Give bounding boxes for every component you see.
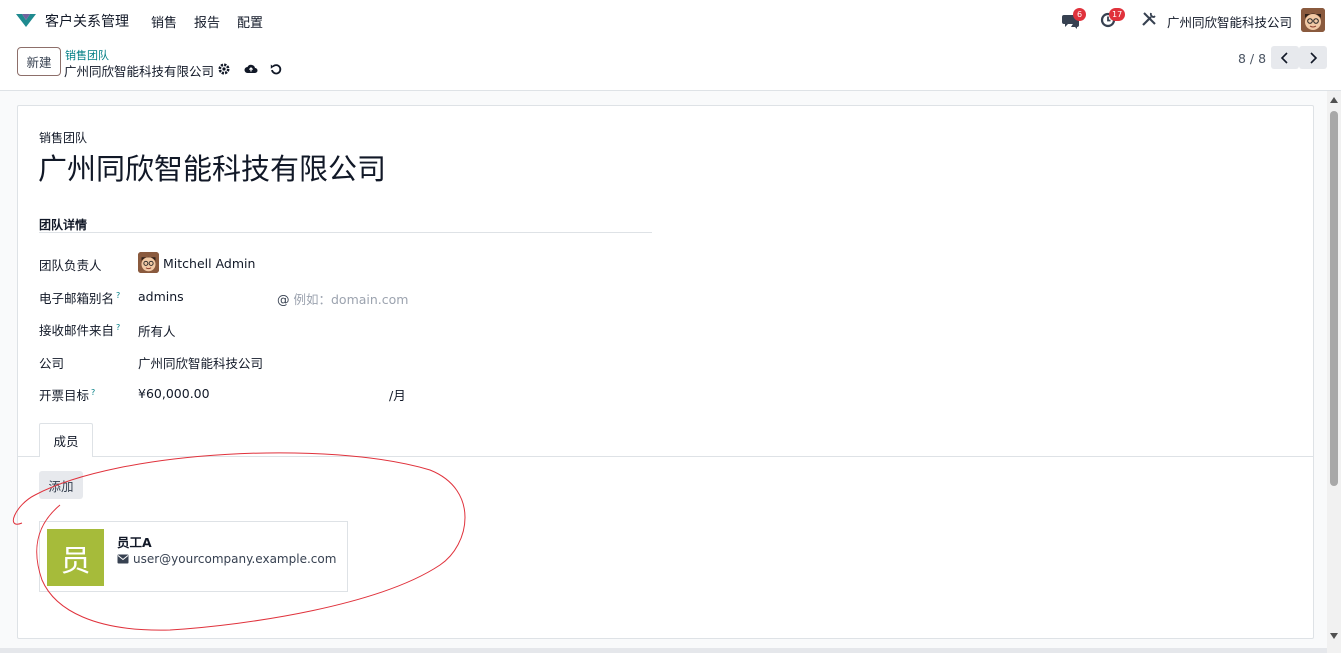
scrollbar-thumb[interactable] <box>1330 111 1338 486</box>
member-avatar: 员 <box>47 529 104 586</box>
company-field[interactable]: 广州同欣智能科技公司 <box>138 353 263 372</box>
team-leader-field[interactable]: Mitchell Admin <box>163 256 255 271</box>
app-name[interactable]: 客户关系管理 <box>45 11 129 31</box>
invoicing-target-help-icon[interactable]: ? <box>91 388 95 397</box>
scroll-up-arrow-icon[interactable] <box>1330 97 1338 103</box>
email-alias-help-icon[interactable]: ? <box>116 291 120 300</box>
team-details-separator <box>39 232 652 233</box>
invoicing-target-unit: /月 <box>389 388 406 403</box>
team-details-heading: 团队详情 <box>39 218 88 232</box>
breadcrumb-current-record: 广州同欣智能科技有限公司 <box>64 64 215 79</box>
scroll-down-arrow-icon[interactable] <box>1330 633 1338 639</box>
envelope-icon <box>117 554 129 564</box>
add-member-button[interactable]: 添加 <box>39 471 83 499</box>
tab-members[interactable]: 成员 <box>39 423 93 457</box>
pager-value[interactable]: 8 / 8 <box>1238 51 1266 66</box>
company-label: 公司 <box>39 356 65 371</box>
crm-app-icon[interactable] <box>15 12 37 28</box>
accept-emails-help-icon[interactable]: ? <box>116 323 120 332</box>
team-name-field[interactable]: 广州同欣智能科技有限公司 <box>38 146 386 188</box>
member-email-text: user@yourcompany.example.com <box>133 552 337 566</box>
activity-count-badge: 17 <box>1109 8 1126 21</box>
invoicing-target-label: 开票目标? <box>39 385 95 404</box>
team-leader-label: 团队负责人 <box>39 258 102 273</box>
debug-tools-icon[interactable] <box>1141 11 1157 27</box>
discard-undo-icon[interactable] <box>269 62 283 76</box>
email-alias-label-text: 电子邮箱别名 <box>39 291 115 306</box>
chat-count-badge: 6 <box>1073 8 1086 21</box>
top-navbar: 客户关系管理 销售 报告 配置 6 17 广州同欣智能科技公司 <box>0 0 1341 40</box>
user-avatar[interactable] <box>1301 8 1325 32</box>
email-alias-field[interactable]: admins <box>138 289 184 304</box>
alias-at-sign: @ <box>277 292 290 307</box>
new-record-button[interactable]: 新建 <box>17 47 61 76</box>
member-email: user@yourcompany.example.com <box>117 552 336 566</box>
pager-next-button[interactable] <box>1299 46 1327 69</box>
invoicing-target-label-text: 开票目标 <box>39 388 90 403</box>
menu-sales[interactable]: 销售 <box>151 12 177 31</box>
invoicing-target-field[interactable]: ¥60,000.00 <box>138 386 210 401</box>
member-name: 员工A <box>117 535 152 550</box>
pager-previous-button[interactable] <box>1271 46 1299 69</box>
page-scrollbar[interactable] <box>1327 91 1341 653</box>
accept-emails-label: 接收邮件来自? <box>39 320 120 339</box>
record-type-label: 销售团队 <box>39 131 88 145</box>
cloud-save-icon[interactable] <box>244 62 258 76</box>
team-leader-avatar <box>138 252 159 273</box>
tabs-separator <box>18 456 1313 457</box>
member-card[interactable]: 员 员工A user@yourcompany.example.com <box>39 521 348 592</box>
chevron-right-icon <box>1310 51 1318 64</box>
accept-emails-label-text: 接收邮件来自 <box>39 323 115 338</box>
gear-icon[interactable] <box>217 62 231 76</box>
company-switcher[interactable]: 广州同欣智能科技公司 <box>1167 12 1292 31</box>
alias-domain-field[interactable]: @ 例如：domain.com <box>277 289 408 308</box>
chevron-left-icon <box>1280 51 1288 64</box>
alias-domain-placeholder: 例如：domain.com <box>293 292 409 307</box>
menu-reporting[interactable]: 报告 <box>194 12 220 31</box>
menu-configuration[interactable]: 配置 <box>237 12 263 31</box>
accept-emails-field[interactable]: 所有人 <box>138 321 176 340</box>
email-alias-label: 电子邮箱别名? <box>39 288 120 307</box>
bottom-strip <box>0 648 1327 653</box>
